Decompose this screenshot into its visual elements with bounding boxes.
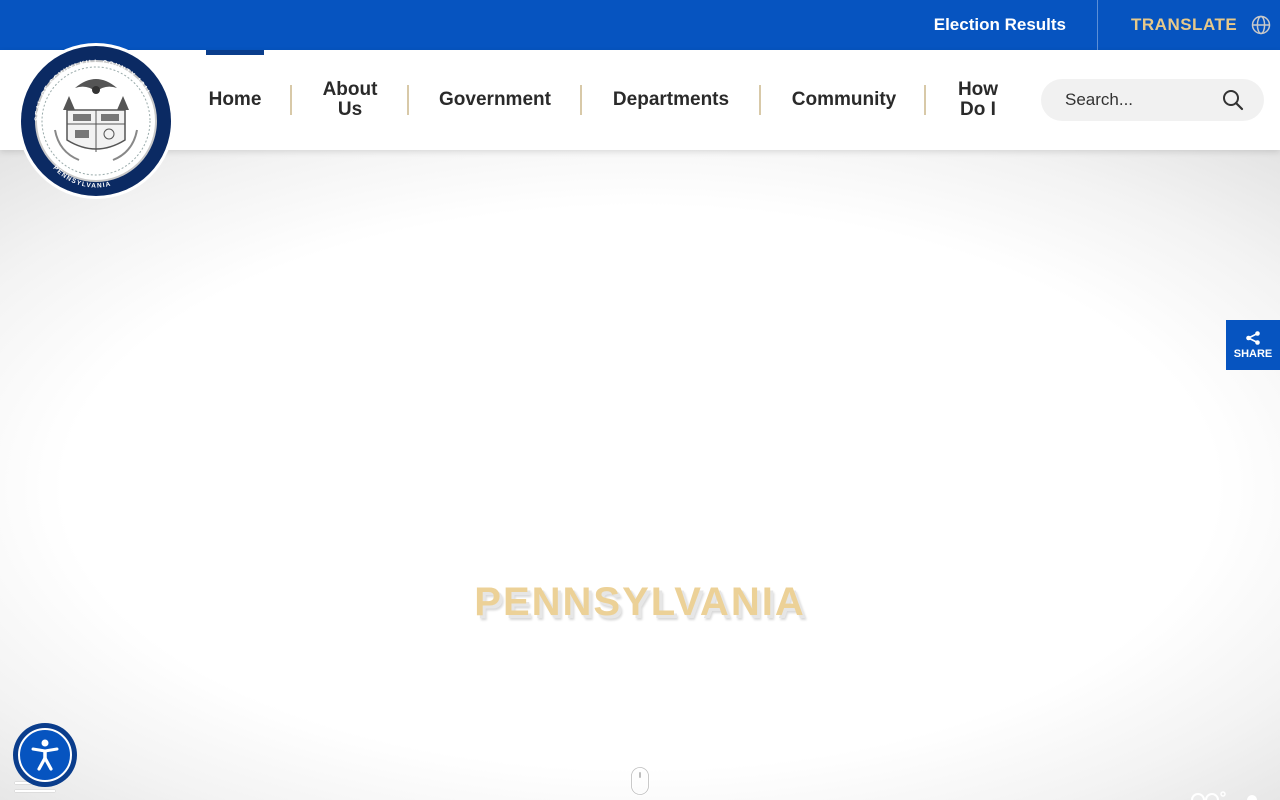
nav-item-about-us[interactable]: About Us xyxy=(310,50,390,150)
nav-item-departments[interactable]: Departments xyxy=(598,50,744,150)
accessibility-icon xyxy=(31,739,59,771)
nav-item-label: How Do I xyxy=(957,79,999,120)
main-header: Home About Us Government Departments Com… xyxy=(0,50,1280,150)
share-icon xyxy=(1246,330,1260,345)
election-results-link[interactable]: Election Results xyxy=(934,0,1066,50)
nav-item-how-do-i[interactable]: How Do I xyxy=(944,50,1012,150)
county-seal-logo[interactable]: SEAL OF SCHUYLKILL COUNTY 1811 PENNSYLVA… xyxy=(17,40,175,202)
share-label: SHARE xyxy=(1233,347,1273,360)
nav-item-label: Community xyxy=(791,89,897,110)
hero-title: PENNSYLVANIA xyxy=(474,580,806,624)
nav-separator xyxy=(759,85,761,115)
nav-item-government[interactable]: Government xyxy=(425,50,565,150)
utility-bar: Election Results TRANSLATE xyxy=(0,0,1280,50)
search-box xyxy=(1041,79,1264,121)
share-button[interactable]: SHARE xyxy=(1226,320,1280,370)
nav-item-community[interactable]: Community xyxy=(778,50,910,150)
accessibility-button[interactable] xyxy=(13,723,77,787)
nav-item-label: About Us xyxy=(322,79,378,120)
utility-divider xyxy=(1097,0,1098,50)
nav-separator xyxy=(290,85,292,115)
hero-banner: PENNSYLVANIA xyxy=(0,150,1280,800)
search-input[interactable] xyxy=(1065,90,1235,110)
search-icon[interactable] xyxy=(1222,89,1244,111)
nav-item-label: Departments xyxy=(612,89,730,110)
nav-item-home[interactable]: Home xyxy=(196,50,274,150)
accessibility-inner xyxy=(18,728,72,782)
nav-separator xyxy=(407,85,409,115)
globe-icon xyxy=(1251,15,1271,35)
nav-item-label: Government xyxy=(439,89,551,110)
corner-widget-fragment xyxy=(1191,791,1257,800)
nav-separator xyxy=(924,85,926,115)
translate-button[interactable]: TRANSLATE xyxy=(1131,0,1271,50)
nav-separator xyxy=(580,85,582,115)
nav-item-label: Home xyxy=(208,89,262,110)
translate-label: TRANSLATE xyxy=(1131,15,1238,34)
mouse-scroll-icon[interactable] xyxy=(630,766,650,796)
